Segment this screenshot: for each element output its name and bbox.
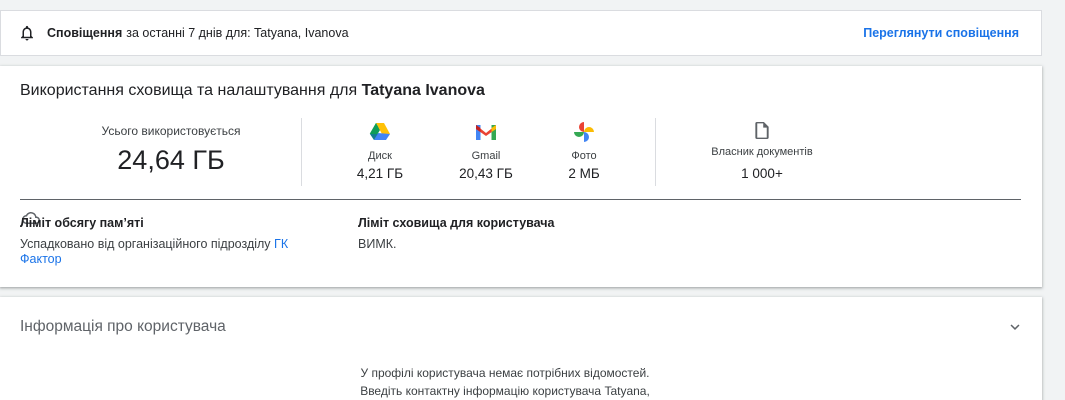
user-info-message-line: У профілі користувача немає потрібних ві… [360, 366, 650, 380]
notification-bar: Сповіщення за останні 7 днів для: Tatyan… [0, 10, 1042, 56]
app-photos-value: 2 МБ [568, 166, 600, 181]
chevron-down-icon[interactable] [1006, 318, 1024, 336]
user-info-message-line: Введіть контактну інформацію користувача… [360, 384, 650, 398]
user-info-message: У профілі користувача немає потрібних ві… [340, 364, 670, 400]
user-info-card[interactable]: Інформація про користувача У профілі кор… [0, 297, 1042, 400]
total-usage-label: Усього використовується [101, 124, 241, 138]
storage-card: Використання сховища та налаштування для… [0, 66, 1042, 287]
app-photos-name: Фото [571, 150, 597, 162]
user-storage-limit: Ліміт сховища для користувача ВИМК. [358, 216, 658, 252]
user-storage-limit-heading: Ліміт сховища для користувача [358, 216, 555, 230]
app-gmail: Gmail 20,43 ГБ [441, 121, 531, 181]
google-drive-icon [335, 121, 425, 143]
memory-limit-text: Успадковано від організаційного підрозді… [20, 237, 289, 266]
app-drive-name: Диск [368, 150, 392, 162]
app-drive: Диск 4,21 ГБ [335, 121, 425, 181]
notification-title: Сповіщення [47, 26, 123, 40]
divider [301, 118, 302, 186]
memory-limit-heading: Ліміт обсягу пам’яті [20, 216, 144, 230]
app-gmail-name: Gmail [471, 150, 501, 162]
divider [20, 199, 1021, 200]
user-info-title[interactable]: Інформація про користувача [20, 318, 226, 336]
document-owner: Власник документів 1 000+ [700, 120, 824, 181]
storage-title-user: Tatyana Ivanova [361, 82, 485, 99]
app-gmail-value: 20,43 ГБ [459, 166, 513, 181]
view-notifications-link[interactable]: Переглянути сповіщення [863, 26, 1019, 40]
memory-limit: Ліміт обсягу пам’яті Успадковано від орг… [20, 216, 330, 267]
google-photos-icon [539, 121, 629, 143]
gmail-icon [441, 121, 531, 143]
divider [655, 118, 656, 186]
user-storage-limit-value: ВИМК. [358, 237, 397, 251]
document-owner-label: Власник документів [711, 146, 813, 158]
document-icon [700, 120, 824, 140]
total-usage: Усього використовується 24,64 ГБ [71, 124, 271, 176]
storage-title: Використання сховища та налаштування для… [20, 82, 485, 99]
bell-icon [18, 24, 36, 42]
total-usage-value: 24,64 ГБ [117, 145, 225, 175]
app-drive-value: 4,21 ГБ [356, 166, 404, 181]
document-owner-value: 1 000+ [741, 166, 783, 181]
notification-text: за останні 7 днів для: Tatyana, Ivanova [126, 26, 349, 40]
app-photos: Фото 2 МБ [539, 121, 629, 181]
